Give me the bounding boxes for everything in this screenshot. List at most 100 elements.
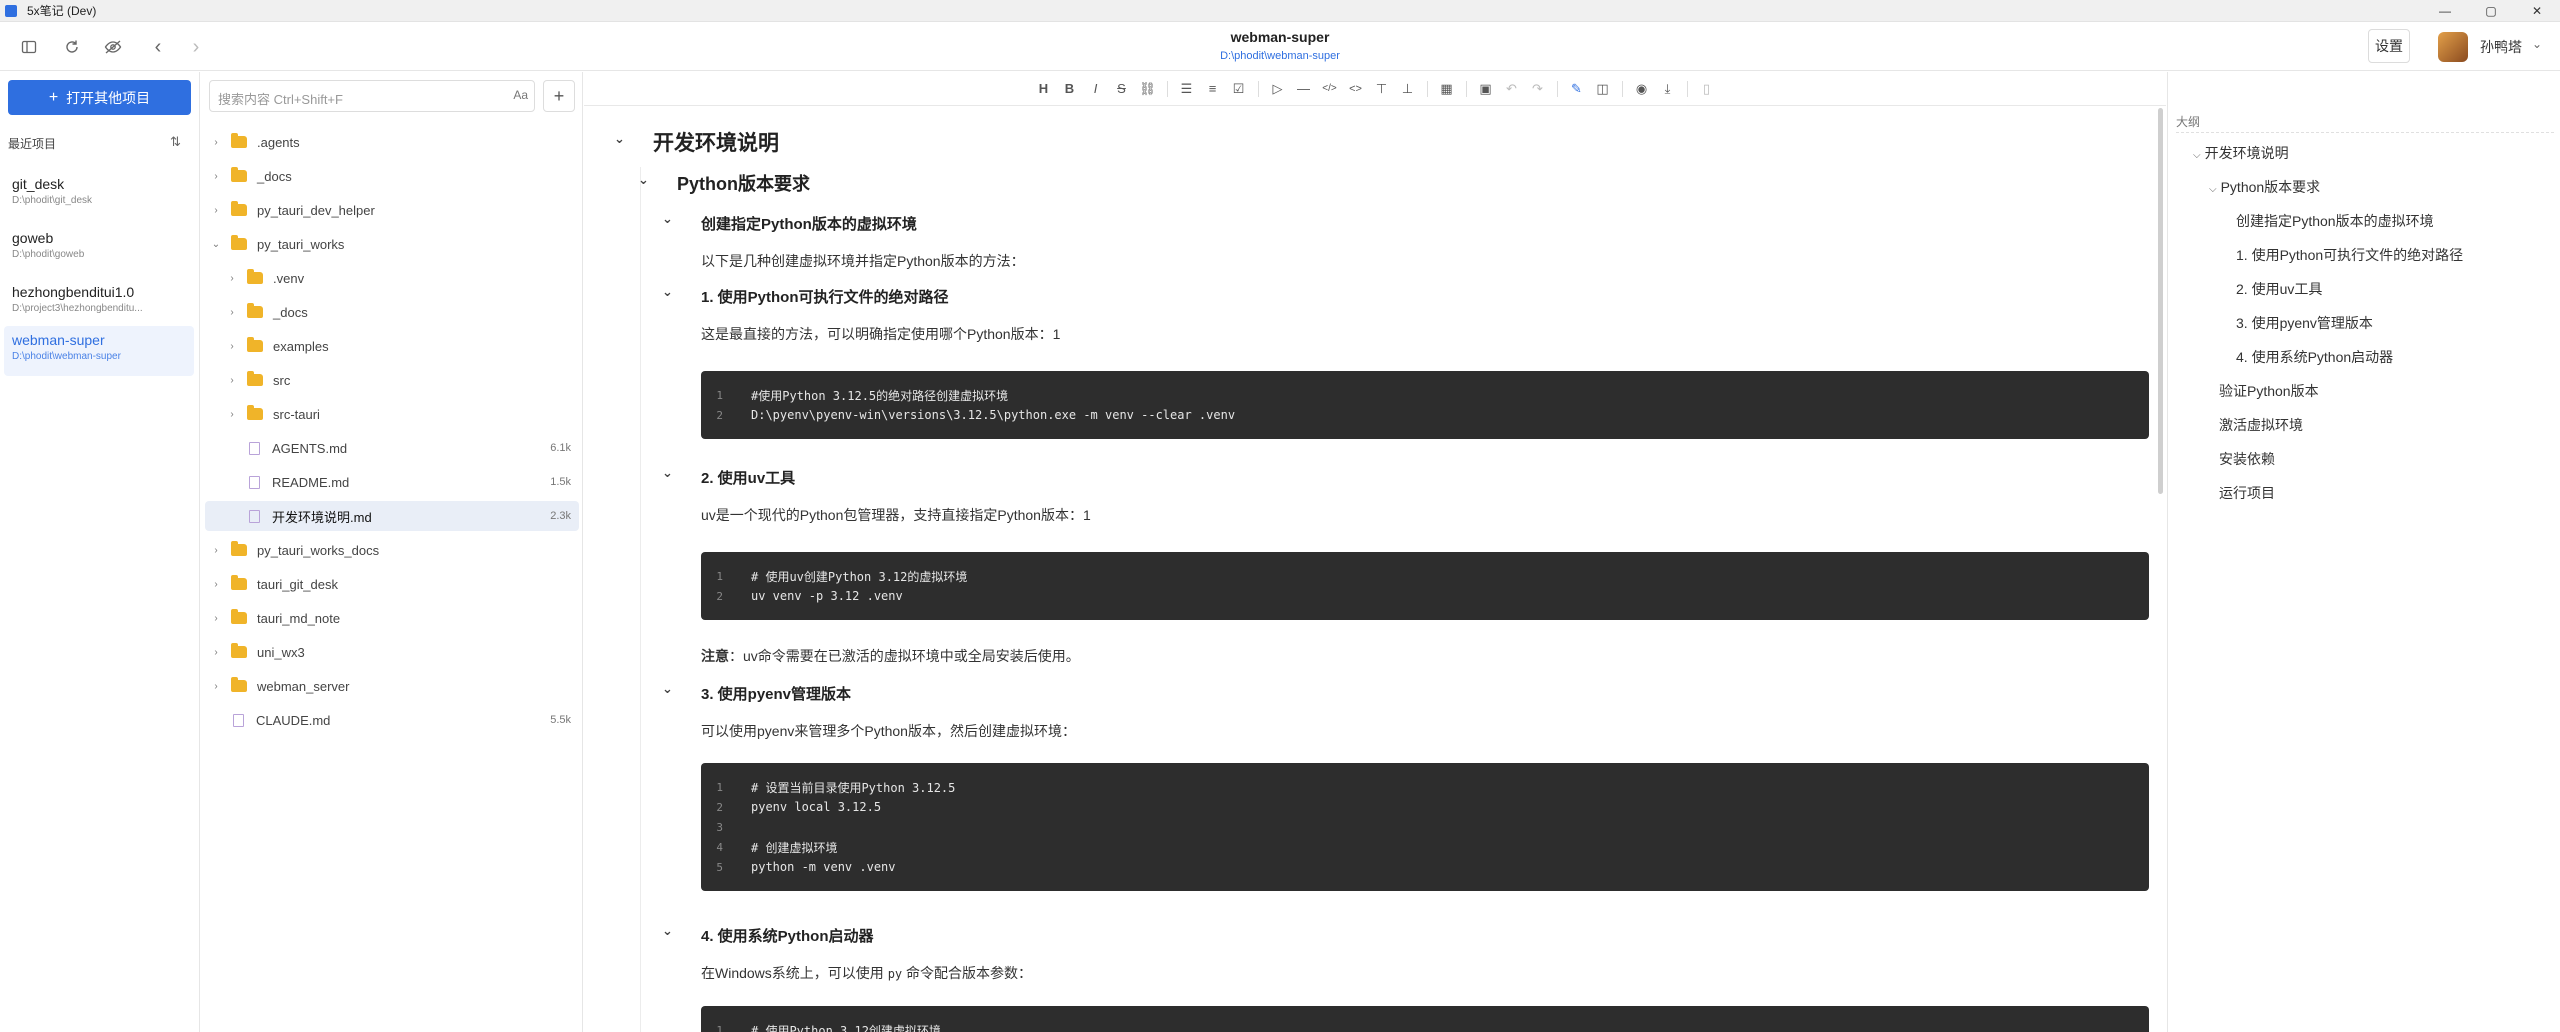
settings-button[interactable]: 设置: [2368, 29, 2410, 63]
code-block[interactable]: 1 # 设置当前目录使用Python 3.12.5 2 pyenv local 3.1…: [701, 763, 2149, 891]
quote-button[interactable]: ▷: [1266, 77, 1290, 101]
table-button[interactable]: ▦: [1435, 77, 1459, 101]
tree-file-item[interactable]: 开发环境说明.md 2.3k: [205, 501, 579, 531]
outline-item[interactable]: 运行项目: [2219, 483, 2275, 503]
toolbar-divider: [1686, 80, 1688, 97]
outline-item[interactable]: 激活虚拟环境: [2219, 415, 2303, 435]
chevron-down-icon[interactable]: ⌄: [2532, 37, 2542, 51]
fold-chevron-icon[interactable]: ⌄: [662, 465, 673, 481]
outline-title: 大纲: [2176, 115, 2201, 129]
other-button[interactable]: ▯: [1695, 77, 1719, 101]
chevron-right-icon: ›: [214, 136, 218, 148]
tree-folder-item[interactable]: › py_tauri_works_docs: [205, 535, 579, 565]
fold-chevron-icon[interactable]: ⌄: [662, 284, 673, 300]
editor-scrollbar[interactable]: [2158, 108, 2163, 494]
redo-button[interactable]: ↷: [1526, 77, 1550, 101]
outline-item[interactable]: ⌵ Python版本要求: [2209, 177, 2320, 197]
toolbar-divider: [1166, 80, 1168, 97]
outline-item[interactable]: 1. 使用Python可执行文件的绝对路径: [2236, 245, 2463, 265]
outline-item[interactable]: ⌵ 开发环境说明: [2193, 143, 2289, 163]
code-block-button[interactable]: <>: [1344, 77, 1368, 101]
fold-chevron-icon[interactable]: ⌄: [638, 172, 649, 188]
outline-item[interactable]: 2. 使用uv工具: [2236, 279, 2322, 299]
recent-project-item[interactable]: git_desk D:\phodit\git_desk: [4, 170, 194, 220]
image-button[interactable]: ▣: [1474, 77, 1498, 101]
tree-item-name: README.md: [272, 474, 350, 490]
project-path[interactable]: D:\phodit\webman-super: [0, 50, 2560, 62]
outline-item[interactable]: 4. 使用系统Python启动器: [2236, 347, 2393, 367]
outline-item[interactable]: 3. 使用pyenv管理版本: [2236, 313, 2373, 333]
export-button[interactable]: ⤓: [1656, 77, 1680, 101]
recent-project-item[interactable]: hezhongbenditui1.0 D:\project3\hezhongbe…: [4, 278, 194, 328]
plus-icon: +: [48, 88, 59, 106]
fold-chevron-icon[interactable]: ⌄: [662, 923, 673, 939]
chevron-right-icon: ›: [214, 646, 218, 658]
tree-folder-item[interactable]: › webman_server: [205, 671, 579, 701]
chevron-right-icon: ›: [230, 408, 234, 420]
tree-file-item[interactable]: README.md 1.5k: [205, 467, 579, 497]
horizontal-rule-button[interactable]: —: [1292, 77, 1316, 101]
outline-item[interactable]: 创建指定Python版本的虚拟环境: [2236, 211, 2434, 231]
tree-folder-item[interactable]: › py_tauri_dev_helper: [205, 195, 579, 225]
insert-below-button[interactable]: ⊥: [1396, 77, 1420, 101]
minimize-button[interactable]: —: [2422, 0, 2468, 22]
split-view-button[interactable]: ◫: [1591, 77, 1615, 101]
chevron-right-icon: ›: [214, 204, 218, 216]
bold-button[interactable]: B: [1058, 77, 1082, 101]
outline-item[interactable]: 安装依赖: [2219, 449, 2275, 469]
recent-project-item-active[interactable]: webman-super D:\phodit\webman-super: [4, 326, 194, 376]
italic-button[interactable]: I: [1084, 77, 1108, 101]
code-block[interactable]: 1 #使用Python 3.12.5的绝对路径创建虚拟环境 2 D:\pyenv\py…: [701, 371, 2149, 439]
code-line: 1 # 使用Python 3.12创建虚拟环境: [701, 1020, 2149, 1032]
tree-file-item[interactable]: AGENTS.md 6.1k: [205, 433, 579, 463]
fold-chevron-icon[interactable]: ⌄: [662, 211, 673, 227]
preview-button[interactable]: ◉: [1630, 77, 1654, 101]
chevron-right-icon: ›: [230, 272, 234, 284]
inline-code-button[interactable]: </>: [1318, 77, 1342, 101]
tree-file-item[interactable]: CLAUDE.md 5.5k: [205, 705, 579, 735]
code-block[interactable]: 1 # 使用uv创建Python 3.12的虚拟环境 2 uv venv -p 3.1…: [701, 552, 2149, 620]
doc-heading-2: Python版本要求: [677, 174, 810, 194]
tree-folder-item[interactable]: › tauri_md_note: [205, 603, 579, 633]
match-case-toggle[interactable]: Aa: [513, 88, 528, 102]
bullet-list-button[interactable]: ☰: [1175, 77, 1199, 101]
insert-above-button[interactable]: ⊤: [1370, 77, 1394, 101]
edit-mode-button[interactable]: ✎: [1565, 77, 1589, 101]
code-text: # 使用uv创建Python 3.12的虚拟环境: [751, 569, 968, 584]
code-text: D:\pyenv\pyenv-win\versions\3.12.5\pytho…: [751, 408, 1236, 422]
heading-button[interactable]: H: [1032, 77, 1056, 101]
recent-project-item[interactable]: goweb D:\phodit\goweb: [4, 224, 194, 274]
tree-folder-item[interactable]: › .venv: [205, 263, 579, 293]
doc-paragraph: 以下是几种创建虚拟环境并指定Python版本的方法：: [701, 253, 1025, 269]
tree-folder-item[interactable]: › src-tauri: [205, 399, 579, 429]
doc-heading-4: 4. 使用系统Python启动器: [701, 928, 874, 945]
link-button[interactable]: ⛓: [1136, 77, 1160, 101]
fold-chevron-icon[interactable]: ⌄: [662, 681, 673, 697]
tree-folder-item[interactable]: ⌄ py_tauri_works: [205, 229, 579, 259]
app-logo-icon: [5, 4, 17, 17]
line-number: 2: [716, 800, 723, 814]
close-button[interactable]: ✕: [2514, 0, 2560, 22]
task-list-button[interactable]: ☑: [1227, 77, 1251, 101]
tree-folder-item[interactable]: › tauri_git_desk: [205, 569, 579, 599]
search-input[interactable]: 搜索内容 Ctrl+Shift+F Aa: [209, 80, 535, 112]
maximize-button[interactable]: ▢: [2468, 0, 2514, 22]
username[interactable]: 孙鸭塔: [2480, 37, 2522, 57]
tree-folder-item[interactable]: › examples: [205, 331, 579, 361]
tree-folder-item[interactable]: › _docs: [205, 297, 579, 327]
undo-button[interactable]: ↶: [1500, 77, 1524, 101]
code-block[interactable]: 1 # 使用Python 3.12创建虚拟环境: [701, 1006, 2149, 1032]
strikethrough-button[interactable]: S: [1110, 77, 1134, 101]
tree-folder-item[interactable]: › _docs: [205, 161, 579, 191]
avatar[interactable]: [2438, 32, 2468, 62]
outline-item[interactable]: 验证Python版本: [2219, 381, 2319, 401]
tree-folder-item[interactable]: › uni_wx3: [205, 637, 579, 667]
tree-folder-item[interactable]: › src: [205, 365, 579, 395]
tree-folder-item[interactable]: › .agents: [205, 127, 579, 157]
sort-icon[interactable]: ⇅: [170, 134, 181, 150]
add-file-button[interactable]: +: [543, 80, 575, 112]
fold-chevron-icon[interactable]: ⌄: [614, 131, 625, 147]
ordered-list-button[interactable]: ≡: [1201, 77, 1225, 101]
markdown-document[interactable]: ⌄ 开发环境说明 ⌄ Python版本要求 ⌄ 创建指定Python版本的虚拟环…: [584, 107, 2166, 1032]
open-other-project-button[interactable]: + 打开其他项目: [8, 80, 191, 115]
